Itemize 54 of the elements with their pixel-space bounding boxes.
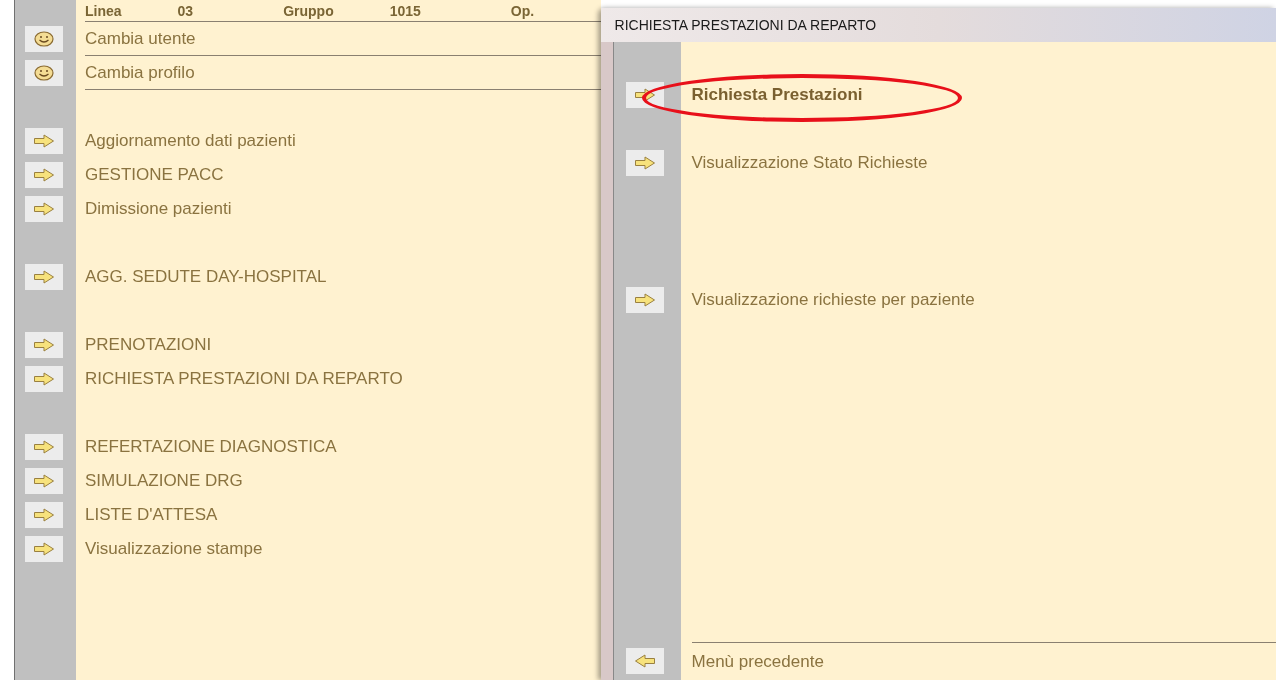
menu-item[interactable]: Cambia profilo	[85, 62, 195, 83]
menu-item[interactable]: Aggiornamento dati pazienti	[85, 131, 296, 151]
header-label: Linea	[85, 2, 122, 19]
right-arrow-icon	[32, 134, 55, 148]
header-label: Gruppo	[283, 2, 334, 19]
right-arrow-icon	[32, 372, 55, 386]
menu-button[interactable]	[24, 366, 63, 392]
right-arrow-icon	[32, 508, 55, 522]
header-value: 03	[177, 2, 194, 19]
right-arrow-icon	[634, 88, 657, 102]
menu-item[interactable]: Visualizzazione richieste per paziente	[691, 290, 975, 310]
menu-item[interactable]: Richiesta Prestazioni	[691, 85, 863, 105]
right-arrow-icon	[32, 440, 55, 454]
right-arrow-icon	[32, 168, 55, 182]
menu-item[interactable]: Cambia utente	[85, 28, 196, 49]
menu-button[interactable]	[24, 332, 63, 358]
menu-button[interactable]	[24, 502, 63, 528]
right-arrow-icon	[32, 270, 55, 284]
menu-button[interactable]	[24, 536, 63, 562]
menu-button[interactable]	[24, 128, 63, 154]
menu-item[interactable]: SIMULAZIONE DRG	[85, 471, 243, 491]
menu-item[interactable]: Dimissione pazienti	[85, 199, 232, 219]
menu-button[interactable]	[24, 434, 63, 460]
menu-item[interactable]: AGG. SEDUTE DAY-HOSPITAL	[85, 267, 327, 287]
menu-item[interactable]: Menù precedente	[691, 651, 824, 672]
right-arrow-icon	[634, 156, 657, 170]
header-label: Op.	[510, 2, 535, 19]
menu-button[interactable]	[24, 162, 63, 188]
menu-button[interactable]	[24, 468, 63, 494]
left-arrow-icon	[634, 654, 657, 668]
right-arrow-icon	[32, 474, 55, 488]
menu-item[interactable]: Visualizzazione Stato Richieste	[691, 153, 928, 173]
header-value: 1015	[389, 2, 421, 19]
right-arrow-icon	[634, 293, 657, 307]
menu-button[interactable]	[24, 60, 63, 86]
menu-button[interactable]	[24, 264, 63, 290]
right-arrow-icon	[32, 202, 55, 216]
menu-item[interactable]: REFERTAZIONE DIAGNOSTICA	[85, 437, 337, 457]
menu-item[interactable]: RICHIESTA PRESTAZIONI DA REPARTO	[85, 369, 403, 389]
menu-button[interactable]	[24, 26, 63, 52]
menu-button[interactable]	[24, 196, 63, 222]
menu-button[interactable]	[626, 150, 665, 176]
menu-item[interactable]: PRENOTAZIONI	[85, 335, 212, 355]
back-button[interactable]	[626, 648, 665, 674]
menu-button[interactable]	[626, 82, 665, 108]
right-arrow-icon	[32, 542, 55, 556]
smiley-icon	[33, 31, 54, 47]
smiley-icon	[33, 65, 54, 81]
menu-item[interactable]: GESTIONE PACC	[85, 165, 224, 185]
menu-item[interactable]: LISTE D'ATTESA	[85, 505, 218, 525]
right-arrow-icon	[32, 338, 55, 352]
window-title: RICHIESTA PRESTAZIONI DA REPARTO	[614, 17, 877, 33]
menu-button[interactable]	[626, 287, 665, 313]
menu-item[interactable]: Visualizzazione stampe	[85, 539, 263, 559]
